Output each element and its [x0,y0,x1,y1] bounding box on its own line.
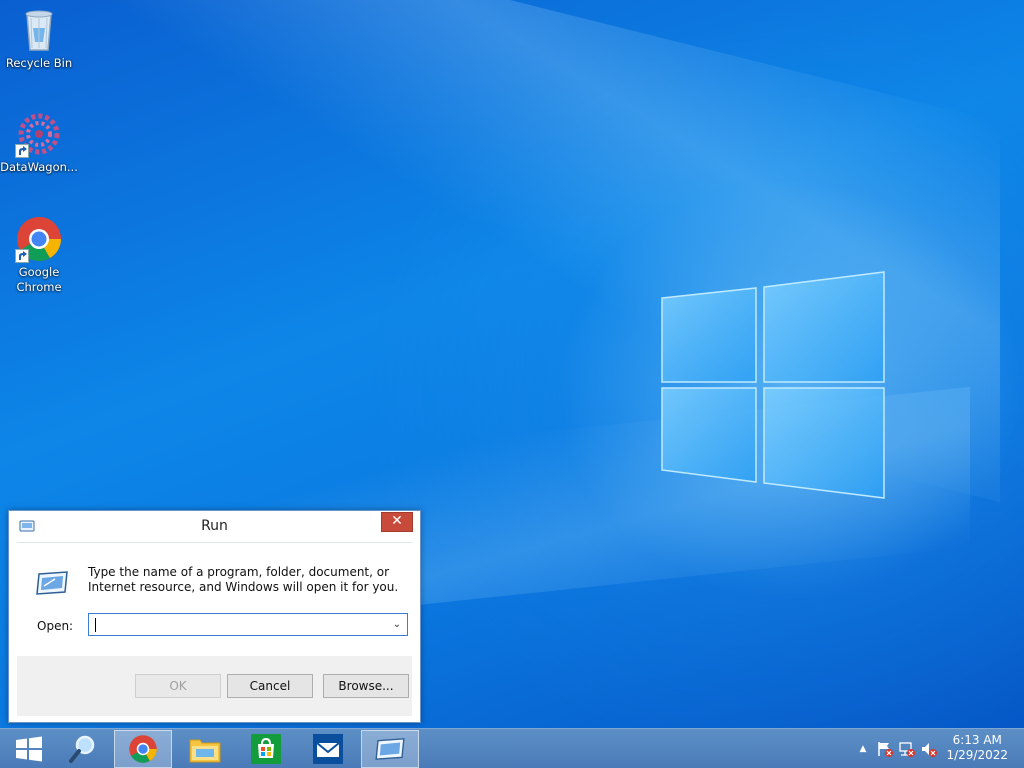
taskbar-mail-button[interactable] [299,730,357,768]
clock[interactable]: 6:13 AM 1/29/2022 [946,733,1008,763]
taskbar: ▲ 6:13 AM 1/29/2022 [0,728,1024,768]
run-title: Run [201,518,228,534]
desktop-icon-recycle-bin[interactable]: Recycle Bin [0,6,78,71]
run-body: Type the name of a program, folder, docu… [17,542,412,656]
run-dialog: Run ✕ Type the name of a program, folder… [8,510,421,723]
clock-time: 6:13 AM [952,733,1002,747]
close-button[interactable]: ✕ [381,512,413,532]
taskbar-store-button[interactable] [237,730,295,768]
datawagon-icon [15,110,63,158]
recycle-bin-icon [15,6,63,54]
chrome-icon [15,215,63,263]
taskbar-file-explorer-button[interactable] [176,730,234,768]
file-explorer-icon [189,739,221,763]
desktop-icon-label: Recycle Bin [5,56,73,70]
start-button[interactable] [0,730,58,768]
chrome-icon [129,735,157,763]
chevron-up-icon: ▲ [859,744,867,754]
shortcut-arrow-icon [15,144,29,158]
cancel-button[interactable]: Cancel [227,674,313,698]
start-icon [16,736,42,762]
store-icon [251,734,281,764]
desktop-icon-google-chrome[interactable]: Google Chrome [0,215,78,295]
run-program-icon [36,571,68,595]
desktop-icon-datawagon[interactable]: DataWagon... [0,110,78,175]
open-label: Open: [37,619,74,633]
open-combobox[interactable]: ⌄ [88,613,408,636]
clock-date: 1/29/2022 [946,748,1008,762]
volume-muted-icon[interactable] [920,740,938,758]
run-icon [375,738,405,760]
close-icon: ✕ [391,513,403,529]
chevron-down-icon: ⌄ [392,619,402,630]
shortcut-arrow-icon [15,249,29,263]
run-titlebar[interactable]: Run ✕ [9,511,420,541]
taskbar-chrome-button[interactable] [114,730,172,768]
windows-logo-wallpaper [661,271,885,499]
dropdown-button[interactable]: ⌄ [389,616,405,633]
action-center-flag-icon[interactable] [876,740,894,758]
taskbar-search-button[interactable] [54,730,112,768]
taskbar-run-button[interactable] [361,730,419,768]
desktop-icon-label: Google Chrome [16,265,62,294]
run-footer: OK Cancel Browse... [17,656,412,716]
desktop-icon-label: DataWagon... [0,160,78,174]
text-caret [95,618,96,632]
ok-button[interactable]: OK [135,674,221,698]
system-tray: ▲ 6:13 AM 1/29/2022 [844,729,1024,768]
search-icon [69,735,95,763]
network-icon[interactable] [898,740,916,758]
mail-icon [313,734,343,764]
show-hidden-icons-button[interactable]: ▲ [854,740,872,758]
run-description: Type the name of a program, folder, docu… [88,565,399,594]
browse-button[interactable]: Browse... [323,674,409,698]
